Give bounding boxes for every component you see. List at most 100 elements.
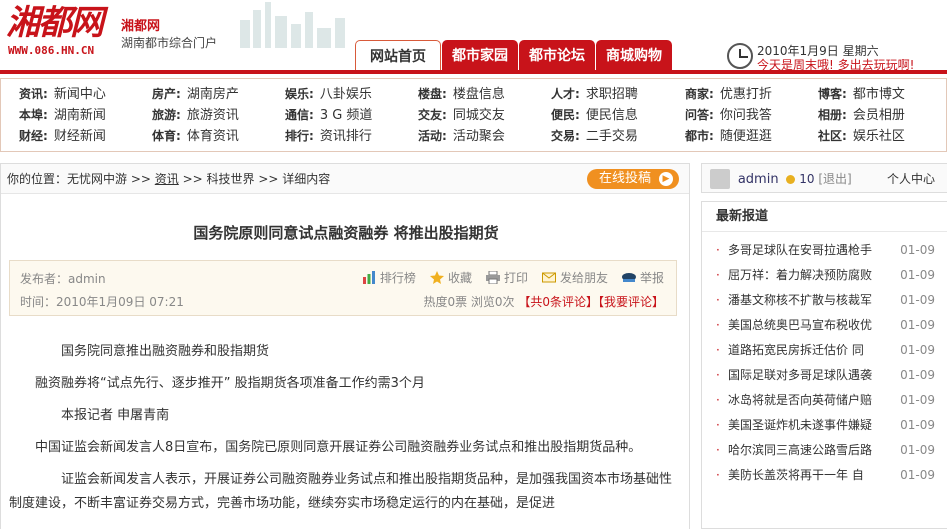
logout-link[interactable]: [退出] — [818, 172, 851, 186]
printer-icon — [485, 271, 500, 284]
news-date: 01-09 — [900, 368, 935, 382]
news-title[interactable]: 潘基文称核不扩散与核裁军 — [728, 288, 874, 313]
catnav-column: 人才: 求职招聘 便民: 便民信息 交易: 二手交易 — [551, 84, 638, 147]
news-date: 01-09 — [900, 243, 935, 257]
news-item[interactable]: · 哈尔滨同三高速公路雪后路 01-09 — [702, 438, 947, 463]
article-paragraph: 中国证监会新闻发言人8日宣布，国务院已原则同意开展证券公司融资融券业务试点和推出… — [35, 440, 642, 455]
news-item[interactable]: · 多哥足球队在安哥拉遇枪手 01-09 — [702, 238, 947, 263]
catnav-link[interactable]: 财经新闻 — [54, 129, 106, 144]
article-panel: 你的位置：无忧网中游 >> 资讯 >> 科技世界 >> 详细内容 在线投稿 ▶ … — [0, 163, 690, 529]
article-stats: 热度0票 浏览0次 【共0条评论】【我要评论】 — [423, 293, 664, 310]
catnav-link[interactable]: 二手交易 — [586, 129, 638, 144]
comment-links[interactable]: 【共0条评论】【我要评论】 — [518, 295, 664, 309]
breadcrumb-link[interactable]: 资讯 — [155, 172, 179, 186]
breadcrumb-rest: >> 科技世界 >> 详细内容 — [182, 172, 331, 186]
favorite-button[interactable]: 收藏 — [429, 269, 472, 286]
star-icon — [429, 271, 444, 284]
news-item[interactable]: · 道路拓宽民房拆迁估价 同 01-09 — [702, 338, 947, 363]
tab-forum[interactable]: 都市论坛 — [519, 40, 595, 72]
catnav-link[interactable]: 优惠打折 — [720, 87, 772, 102]
news-item[interactable]: · 美国圣诞炸机未遂事件嫌疑 01-09 — [702, 413, 947, 438]
envelope-icon — [541, 272, 556, 283]
tab-mall[interactable]: 商城购物 — [596, 40, 672, 72]
site-logo[interactable]: 湘都网 WWW.086.HN.CN — [6, 2, 116, 62]
coin-icon — [786, 175, 796, 184]
catnav-item: 本埠: 湖南新闻 — [19, 105, 106, 126]
tab-city-home[interactable]: 都市家园 — [442, 40, 518, 72]
news-date: 01-09 — [900, 343, 935, 357]
catnav-label: 旅游: — [152, 108, 181, 122]
article-publisher: 发布者：admin — [20, 272, 106, 286]
catnav-item: 社区: 娱乐社区 — [818, 126, 905, 147]
bullet-icon: · — [716, 243, 720, 257]
date-area: 2010年1月9日 星期六 今天是周末哦! 多出去玩玩啊! — [725, 41, 947, 72]
catnav-link[interactable]: 娱乐社区 — [853, 129, 905, 144]
catnav-item: 商家: 优惠打折 — [685, 84, 772, 105]
bullet-icon: · — [716, 393, 720, 407]
catnav-item: 便民: 便民信息 — [551, 105, 638, 126]
news-item[interactable]: · 美国总统奥巴马宣布税收优 01-09 — [702, 313, 947, 338]
breadcrumb-prefix: 你的位置：无忧网中游 >> — [7, 172, 151, 186]
news-title[interactable]: 道路拓宽民房拆迁估价 同 — [728, 338, 874, 363]
catnav-link[interactable]: 楼盘信息 — [453, 87, 505, 102]
news-item[interactable]: · 美防长盖茨将再干一年 自 01-09 — [702, 463, 947, 488]
submit-article-button[interactable]: 在线投稿 ▶ — [586, 169, 679, 189]
catnav-link[interactable]: 八卦娱乐 — [320, 87, 372, 102]
news-title[interactable]: 美防长盖茨将再干一年 自 — [728, 463, 874, 488]
news-title[interactable]: 哈尔滨同三高速公路雪后路 — [728, 438, 874, 463]
news-item[interactable]: · 屈万祥：着力解决预防腐败 01-09 — [702, 263, 947, 288]
catnav-label: 人才: — [551, 87, 580, 101]
catnav-link[interactable]: 资讯排行 — [320, 129, 372, 144]
news-item[interactable]: · 冰岛将就是否向英荷储户赔 01-09 — [702, 388, 947, 413]
news-title[interactable]: 美国总统奥巴马宣布税收优 — [728, 313, 874, 338]
catnav-label: 楼盘: — [418, 87, 447, 101]
catnav-item: 博客: 都市博文 — [818, 84, 905, 105]
catnav-item: 都市: 随便逛逛 — [685, 126, 772, 147]
avatar[interactable] — [710, 168, 730, 189]
username-link[interactable]: admin — [738, 172, 779, 187]
catnav-link[interactable]: 求职招聘 — [586, 87, 638, 102]
catnav-link[interactable]: 活动聚会 — [453, 129, 505, 144]
catnav-link[interactable]: 湖南房产 — [187, 87, 239, 102]
catnav-column: 房产: 湖南房产 旅游: 旅游资讯 体育: 体育资讯 — [152, 84, 239, 147]
tab-home[interactable]: 网站首页 — [355, 40, 441, 72]
user-center-link[interactable]: 个人中心 — [887, 164, 935, 194]
bullet-icon: · — [716, 293, 720, 307]
report-button[interactable]: 举报 — [621, 269, 664, 286]
news-title[interactable]: 国际足联对多哥足球队遇袭 — [728, 363, 874, 388]
catnav-item: 体育: 体育资讯 — [152, 126, 239, 147]
ranking-label: 排行榜 — [379, 271, 416, 285]
send-to-friend-button[interactable]: 发给朋友 — [541, 269, 608, 286]
catnav-label: 资讯: — [19, 87, 48, 101]
ranking-button[interactable]: 排行榜 — [362, 269, 416, 286]
catnav-label: 排行: — [285, 129, 314, 143]
catnav-link[interactable]: 新闻中心 — [54, 87, 106, 102]
news-item[interactable]: · 潘基文称核不扩散与核裁军 01-09 — [702, 288, 947, 313]
bullet-icon: · — [716, 343, 720, 357]
catnav-label: 相册: — [818, 108, 847, 122]
news-title[interactable]: 冰岛将就是否向英荷储户赔 — [728, 388, 874, 413]
catnav-item: 通信: 3 G 频道 — [285, 105, 372, 126]
catnav-link[interactable]: 湖南新闻 — [54, 108, 106, 123]
latest-news-heading: 最新报道 — [702, 202, 947, 232]
bullet-icon: · — [716, 368, 720, 382]
catnav-link[interactable]: 体育资讯 — [187, 129, 239, 144]
catnav-link[interactable]: 旅游资讯 — [187, 108, 239, 123]
catnav-link[interactable]: 随便逛逛 — [720, 129, 772, 144]
catnav-item: 资讯: 新闻中心 — [19, 84, 106, 105]
catnav-link[interactable]: 3 G 频道 — [320, 108, 373, 123]
catnav-link[interactable]: 便民信息 — [586, 108, 638, 123]
news-title[interactable]: 多哥足球队在安哥拉遇枪手 — [728, 238, 874, 263]
news-item[interactable]: · 国际足联对多哥足球队遇袭 01-09 — [702, 363, 947, 388]
catnav-link[interactable]: 都市博文 — [853, 87, 905, 102]
catnav-link[interactable]: 同城交友 — [453, 108, 505, 123]
catnav-link[interactable]: 你问我答 — [720, 108, 772, 123]
news-title[interactable]: 屈万祥：着力解决预防腐败 — [728, 263, 874, 288]
news-title[interactable]: 美国圣诞炸机未遂事件嫌疑 — [728, 413, 874, 438]
print-button[interactable]: 打印 — [485, 269, 528, 286]
catnav-item: 相册: 会员相册 — [818, 105, 905, 126]
sidebar: admin 10 [退出] 个人中心 最新报道 · 多哥足球队在安哥拉遇枪手 01-… — [701, 163, 947, 529]
main-tabs: 网站首页 都市家园 都市论坛 商城购物 — [355, 40, 673, 72]
catnav-link[interactable]: 会员相册 — [853, 108, 905, 123]
news-date: 01-09 — [900, 318, 935, 332]
